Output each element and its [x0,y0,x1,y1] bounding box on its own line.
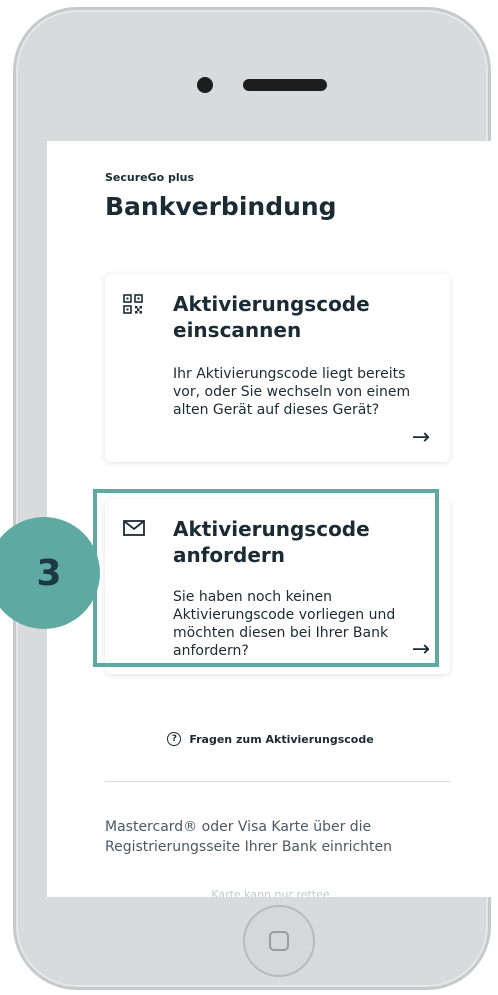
step-number: 3 [36,552,62,594]
home-button[interactable] [243,905,315,977]
qr-code-icon [122,293,144,319]
front-camera [197,77,213,93]
page-title: Bankverbindung [105,192,337,221]
highlight-box [93,489,439,667]
divider [105,781,450,782]
faded-scroll-link: Karte kann nur rettee [211,888,330,897]
card-title: Aktivierungscode einscannen [173,292,370,342]
app-brand: SecureGo plus [105,171,195,184]
faq-link[interactable]: ? Fragen zum Aktivierungscode [47,732,494,746]
card-registration-link[interactable]: Mastercard® oder Visa Karte über die Reg… [105,817,465,857]
card-description: Ihr Aktivierungscode liegt bereits vor, … [173,366,411,418]
home-square-icon [269,931,289,951]
arrow-right-icon: → [411,425,430,450]
earpiece-speaker [243,79,327,91]
faq-label: Fragen zum Aktivierungscode [189,732,374,746]
question-circle-icon: ? [167,732,182,746]
scan-activation-code-card[interactable]: Aktivierungscode einscannen Ihr Aktivier… [105,274,450,462]
